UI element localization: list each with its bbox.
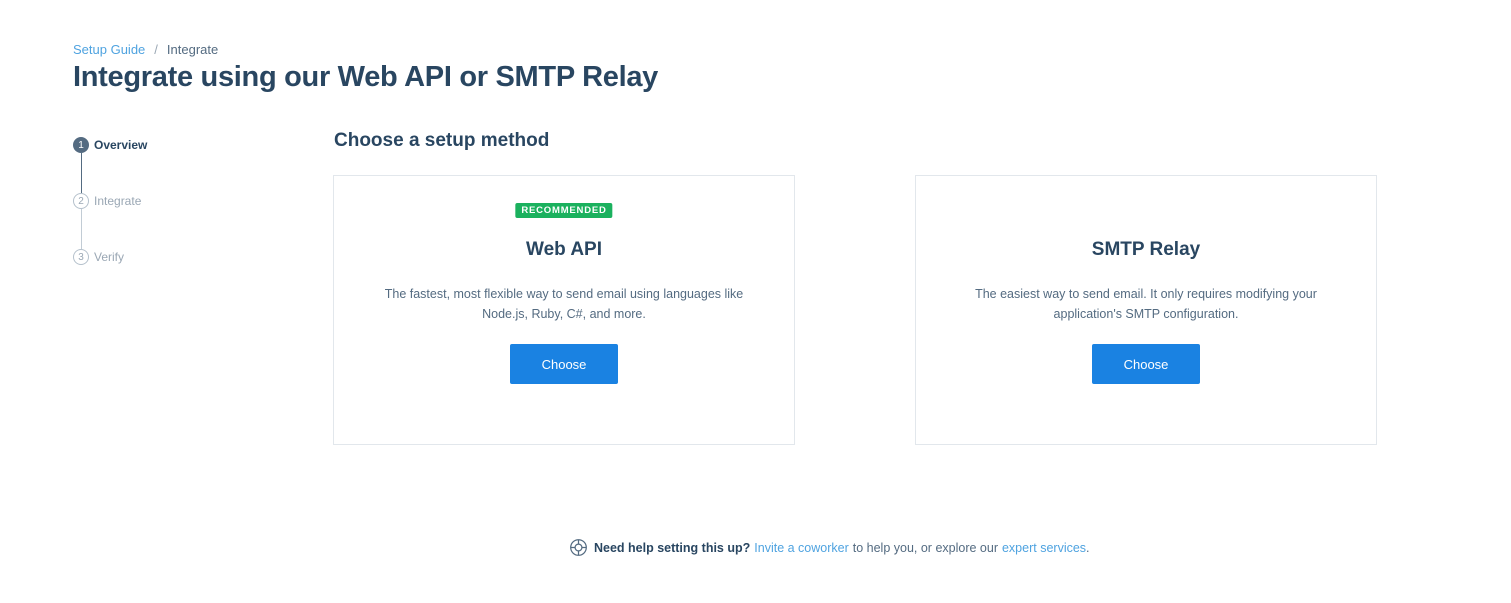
- step-verify: 3 Verify: [73, 249, 147, 265]
- step-label-verify: Verify: [94, 250, 125, 264]
- help-footer: Need help setting this up? Invite a cowo…: [569, 538, 1090, 557]
- help-question: Need help setting this up?: [594, 540, 751, 555]
- card-title: SMTP Relay: [1091, 239, 1201, 260]
- choose-web-api-button[interactable]: Choose: [510, 344, 618, 384]
- step-integrate: 2 Integrate: [73, 193, 147, 209]
- step-label-overview: Overview: [94, 138, 148, 152]
- breadcrumb: Setup Guide / Integrate: [73, 42, 218, 57]
- step-connector: [80, 209, 82, 249]
- step-number-3: 3: [73, 249, 89, 265]
- card-description: The easiest way to send email. It only r…: [975, 287, 1317, 321]
- lifebuoy-icon: [569, 538, 588, 557]
- breadcrumb-current: Integrate: [166, 42, 219, 57]
- breadcrumb-separator: /: [154, 42, 158, 57]
- web-api-card: RECOMMENDED Web API The fastest, most fl…: [333, 175, 795, 445]
- step-number-2: 2: [73, 193, 89, 209]
- card-description: The fastest, most flexible way to send e…: [384, 287, 744, 321]
- choose-smtp-relay-button[interactable]: Choose: [1092, 344, 1200, 384]
- help-period: .: [1086, 540, 1090, 555]
- invite-coworker-link[interactable]: Invite a coworker: [754, 541, 848, 555]
- page-title: Integrate using our Web API or SMTP Rela…: [73, 61, 658, 93]
- help-text: to help you, or explore our: [852, 540, 998, 555]
- step-label-integrate: Integrate: [94, 194, 142, 208]
- step-overview: 1 Overview: [73, 137, 147, 153]
- section-title: Choose a setup method: [334, 130, 550, 151]
- step-connector: [80, 153, 82, 193]
- step-number-1: 1: [73, 137, 89, 153]
- recommended-badge: RECOMMENDED: [515, 203, 613, 218]
- breadcrumb-setup-guide-link[interactable]: Setup Guide: [73, 42, 145, 57]
- expert-services-link[interactable]: expert services: [1002, 541, 1086, 555]
- card-title: Web API: [525, 239, 602, 260]
- smtp-relay-card: SMTP Relay The easiest way to send email…: [915, 175, 1377, 445]
- step-progress: 1 Overview 2 Integrate 3 Verify: [73, 137, 147, 265]
